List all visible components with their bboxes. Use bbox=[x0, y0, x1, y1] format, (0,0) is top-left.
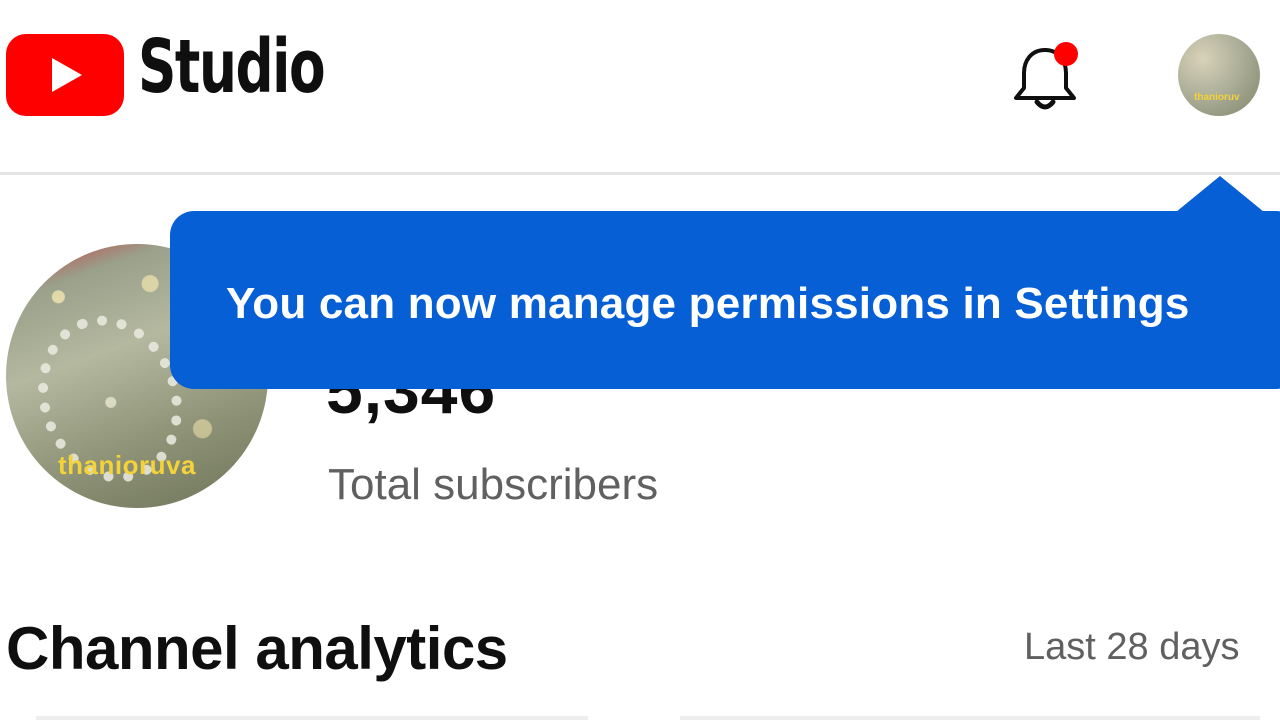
tooltip-pointer bbox=[1176, 176, 1264, 212]
app-name: Studio bbox=[138, 24, 326, 110]
notifications-button[interactable] bbox=[1012, 40, 1078, 112]
date-range-selector[interactable]: Last 28 days bbox=[1024, 626, 1239, 669]
app-header: Studio thanioruv bbox=[0, 0, 1280, 172]
account-avatar[interactable]: thanioruv bbox=[1178, 34, 1260, 116]
notification-dot bbox=[1054, 42, 1078, 66]
channel-avatar-text: thanioruva bbox=[58, 450, 196, 480]
avatar-watermark-text: thanioruv bbox=[1194, 92, 1240, 103]
tooltip-message: You can now manage permissions in Settin… bbox=[226, 279, 1190, 328]
permissions-tooltip[interactable]: You can now manage permissions in Settin… bbox=[170, 211, 1280, 389]
channel-analytics-heading: Channel analytics bbox=[6, 615, 508, 682]
subscriber-label: Total subscribers bbox=[328, 460, 659, 509]
header-divider bbox=[0, 172, 1280, 175]
studio-logo[interactable] bbox=[6, 34, 124, 116]
analytics-card-top-edge bbox=[36, 716, 588, 720]
youtube-logo-icon bbox=[6, 34, 124, 116]
analytics-card-top-edge bbox=[680, 716, 1260, 720]
bell-icon bbox=[1014, 42, 1078, 110]
